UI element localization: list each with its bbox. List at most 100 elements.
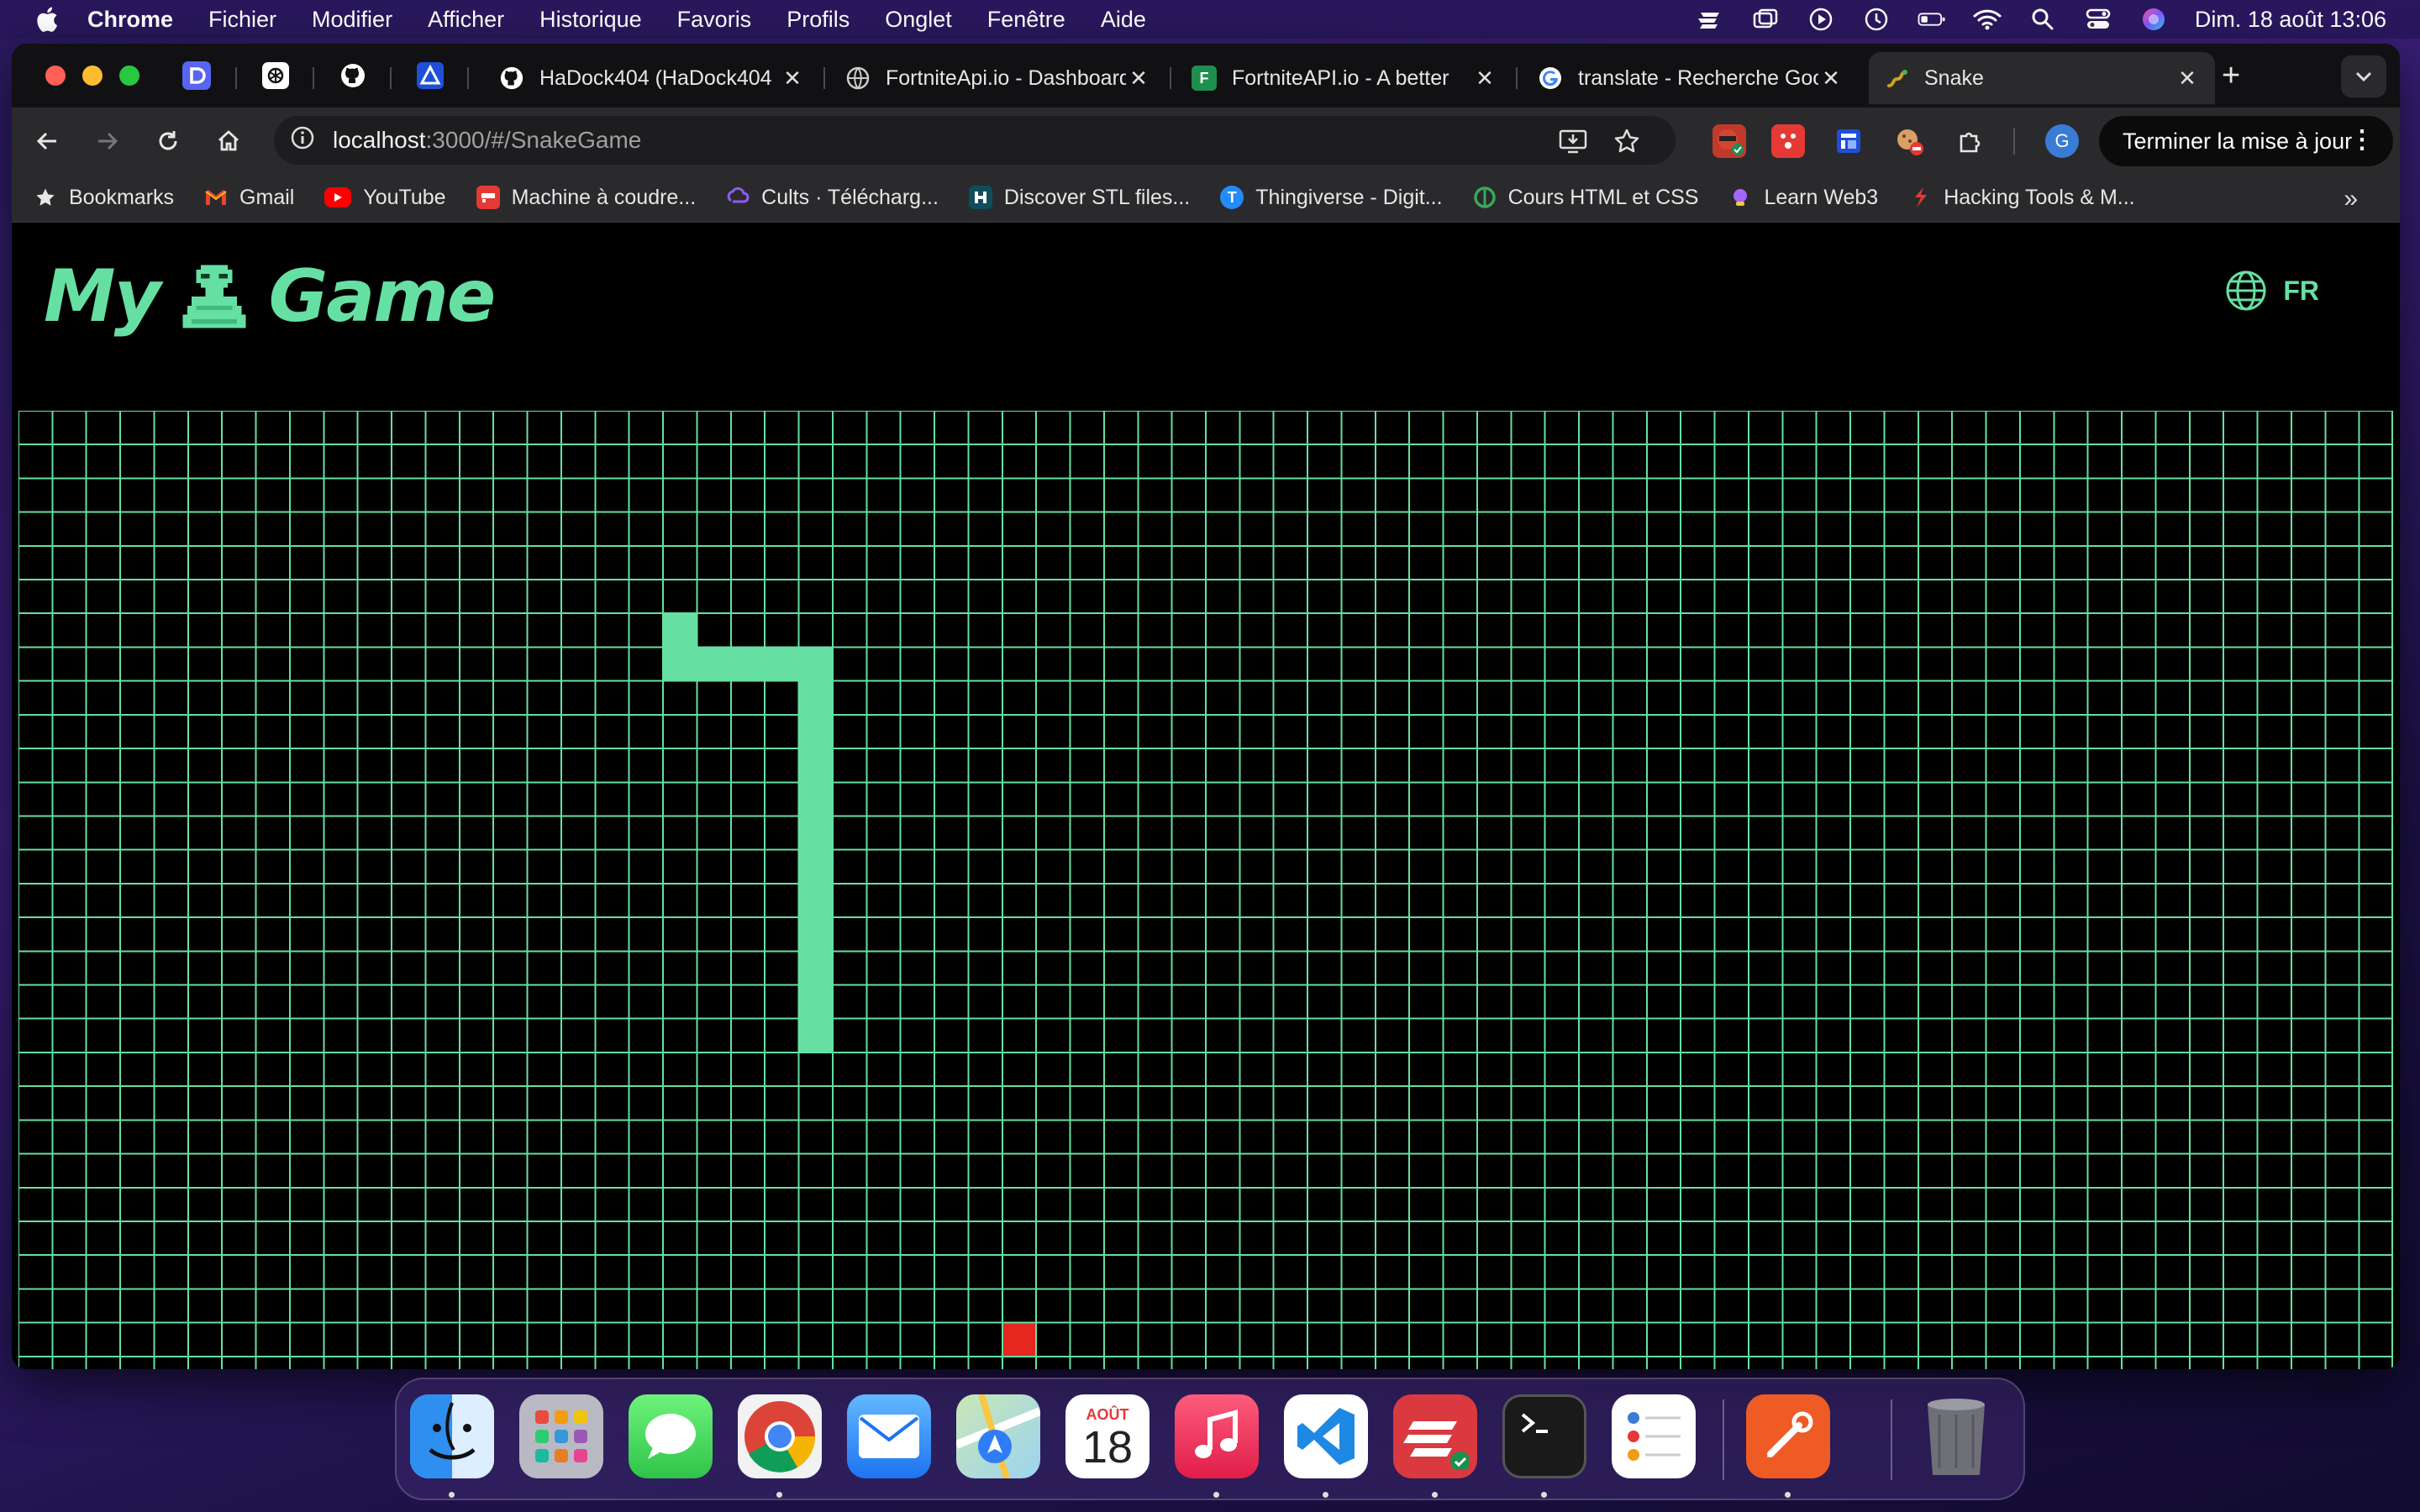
close-tab-icon[interactable]: ✕ <box>780 66 805 92</box>
reminders-icon[interactable] <box>1612 1394 1696 1478</box>
reload-button[interactable] <box>151 124 185 158</box>
screen-mirroring-icon[interactable] <box>1751 7 1780 32</box>
bookmark-label: Learn Web3 <box>1764 185 1879 209</box>
control-center-icon[interactable] <box>2084 7 2112 32</box>
pinned-tab-d-app[interactable] <box>180 59 213 92</box>
extension-ninja-icon[interactable] <box>1712 124 1746 158</box>
github-icon <box>499 66 524 91</box>
vscode-icon[interactable] <box>1284 1394 1368 1478</box>
bookmark-item-thingiverse[interactable]: T Thingiverse - Digit... <box>1220 186 1443 210</box>
menu-chrome[interactable]: Chrome <box>87 7 173 33</box>
extension-dots-icon[interactable] <box>1771 124 1805 158</box>
extension-layout-icon[interactable] <box>1832 124 1865 158</box>
music-icon[interactable] <box>1175 1394 1259 1478</box>
bookmark-item-gmail[interactable]: Gmail <box>204 186 294 210</box>
tab-snake-active[interactable]: Snake ✕ <box>1869 52 2215 104</box>
wifi-icon[interactable] <box>1973 7 2002 32</box>
tab-fortniteapi-dashboard[interactable]: FortniteApi.io - Dashboard ✕ <box>830 52 1166 104</box>
terminal-icon[interactable] <box>1502 1394 1586 1478</box>
snake-segment <box>798 951 834 986</box>
menu-onglet[interactable]: Onglet <box>885 7 952 33</box>
menu-fichier[interactable]: Fichier <box>208 7 276 33</box>
chrome-icon[interactable] <box>738 1394 822 1478</box>
bookmark-item-sewing[interactable]: Machine à coudre... <box>476 185 697 210</box>
close-tab-icon[interactable]: ✕ <box>2175 66 2200 92</box>
macos-menubar: Chrome Fichier Modifier Afficher Histori… <box>0 0 2420 39</box>
menubar-datetime[interactable]: Dim. 18 août 13:06 <box>2195 7 2386 33</box>
pinned-tab-chatgpt[interactable] <box>259 59 292 92</box>
more-menu-icon[interactable]: ⋮ <box>2349 128 2375 153</box>
expressvpn-status-icon[interactable] <box>1696 7 1724 32</box>
app-logo[interactable]: My Game <box>44 255 496 339</box>
tab-google-translate[interactable]: translate - Recherche Google ✕ <box>1523 52 1859 104</box>
tab-title: Snake <box>1924 66 1984 90</box>
tab-fortniteapi-home[interactable]: F FortniteAPI.io - A better ✕ <box>1176 52 1512 104</box>
logo-text-left: My <box>44 255 161 339</box>
tab-search-button[interactable] <box>2341 55 2386 97</box>
menu-fenetre[interactable]: Fenêtre <box>987 7 1065 33</box>
pinned-tab-github[interactable] <box>336 59 370 92</box>
star-icon <box>34 186 57 209</box>
bookmark-item-bookmarks[interactable]: Bookmarks <box>34 186 174 210</box>
mail-icon[interactable] <box>847 1394 931 1478</box>
launchpad-icon[interactable] <box>519 1394 603 1478</box>
menu-historique[interactable]: Historique <box>539 7 642 33</box>
menu-afficher[interactable]: Afficher <box>428 7 504 33</box>
siri-icon[interactable] <box>2139 7 2168 32</box>
bookmark-label: Machine à coudre... <box>511 185 697 209</box>
minimize-window-button[interactable] <box>82 66 103 86</box>
game-board[interactable] <box>18 410 2393 1369</box>
calendar-icon[interactable]: AOÛT 18 <box>1065 1394 1150 1478</box>
bookmark-item-youtube[interactable]: YouTube <box>324 186 446 210</box>
bookmark-item-stl[interactable]: Discover STL files... <box>968 186 1190 210</box>
close-tab-icon[interactable]: ✕ <box>1818 66 1844 92</box>
profile-avatar[interactable]: G <box>2045 124 2079 158</box>
back-button[interactable] <box>30 124 64 158</box>
maps-icon[interactable] <box>956 1394 1040 1478</box>
pinned-tab-arc[interactable] <box>413 59 447 92</box>
youtube-icon <box>324 187 352 207</box>
menu-aide[interactable]: Aide <box>1101 7 1146 33</box>
trash-icon[interactable] <box>1914 1394 1998 1478</box>
site-info-icon[interactable] <box>289 124 316 157</box>
tab-github-profile[interactable]: HaDock404 (HaDock404 ✕ <box>484 52 820 104</box>
bookmark-item-hacking[interactable]: Hacking Tools & M... <box>1908 186 2135 210</box>
battery-icon[interactable] <box>1918 7 1946 32</box>
new-tab-button[interactable]: + <box>2222 60 2240 92</box>
game-board-container <box>18 410 2393 1369</box>
bookmarks-bar: Bookmarks Gmail YouTube Machine à coudre… <box>12 173 2400 223</box>
postman-icon[interactable] <box>1746 1394 1830 1478</box>
snake-segment <box>798 782 834 816</box>
zoom-window-button[interactable] <box>119 66 139 86</box>
close-tab-icon[interactable]: ✕ <box>1126 66 1151 92</box>
address-bar[interactable]: localhost:3000/#/SnakeGame <box>274 116 1676 165</box>
sewing-icon <box>476 186 500 209</box>
bookmark-item-web3[interactable]: Learn Web3 <box>1728 186 1878 210</box>
extensions-puzzle-icon[interactable] <box>1953 124 1986 158</box>
extension-cookie-icon[interactable] <box>1892 124 1926 158</box>
language-label: FR <box>2283 275 2319 306</box>
menu-modifier[interactable]: Modifier <box>312 7 392 33</box>
bookmark-item-openclassrooms[interactable]: Cours HTML et CSS <box>1473 185 1699 210</box>
menu-favoris[interactable]: Favoris <box>677 7 752 33</box>
home-button[interactable] <box>212 124 245 158</box>
finish-update-button[interactable]: Terminer la mise à jour ⋮ <box>2099 116 2393 166</box>
close-tab-icon[interactable]: ✕ <box>1472 66 1497 92</box>
menu-profils[interactable]: Profils <box>786 7 850 33</box>
apple-icon[interactable] <box>34 5 59 34</box>
messages-icon[interactable] <box>629 1394 713 1478</box>
snake-segment <box>697 647 732 682</box>
bookmark-star-icon[interactable] <box>1612 126 1642 156</box>
bookmark-item-cults[interactable]: Cults · Télécharg... <box>726 186 939 210</box>
language-switcher[interactable]: FR <box>2224 269 2319 312</box>
media-play-icon[interactable] <box>1807 7 1835 32</box>
spotlight-search-icon[interactable] <box>2028 7 2057 32</box>
time-machine-icon[interactable] <box>1862 7 1891 32</box>
more-bookmarks-icon[interactable]: » <box>2344 185 2358 213</box>
forward-button[interactable] <box>91 124 124 158</box>
finder-icon[interactable] <box>410 1394 494 1478</box>
bookmark-label: Cours HTML et CSS <box>1507 185 1699 209</box>
install-app-icon[interactable] <box>1558 126 1588 156</box>
close-window-button[interactable] <box>45 66 66 86</box>
expressvpn-icon[interactable] <box>1393 1394 1477 1478</box>
